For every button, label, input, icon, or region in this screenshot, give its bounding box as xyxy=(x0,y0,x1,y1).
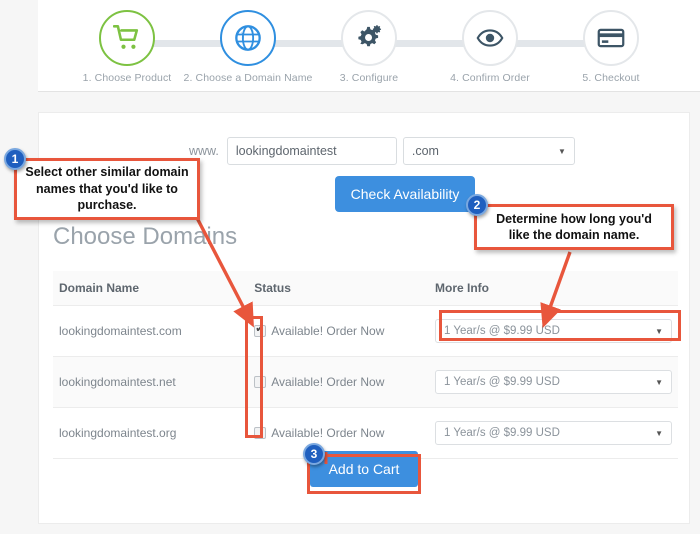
domains-table: Domain Name Status More Info lookingdoma… xyxy=(53,271,678,459)
step-circle-1 xyxy=(99,10,155,66)
tld-select-value: .com xyxy=(411,144,439,158)
step-label-3: 3. Configure xyxy=(339,72,399,84)
shopping-cart-icon xyxy=(113,25,139,49)
wizard-step-checkout[interactable]: 5. Checkout xyxy=(552,10,670,91)
step-circle-5 xyxy=(583,10,639,66)
page-title: Choose Domains xyxy=(53,223,238,250)
status-text: Available! Order Now xyxy=(271,426,385,440)
cell-more-info: 1 Year/s @ $9.99 USD ▼ xyxy=(429,407,678,459)
page-root: 1. Choose Product 2. Choose a Domain Nam… xyxy=(0,0,700,534)
cell-domain-name: lookingdomaintest.net xyxy=(53,356,249,408)
term-select-org[interactable]: 1 Year/s @ $9.99 USD ▼ xyxy=(435,421,672,445)
term-select-net[interactable]: 1 Year/s @ $9.99 USD ▼ xyxy=(435,370,672,394)
term-select-value: 1 Year/s @ $9.99 USD xyxy=(444,427,560,439)
column-header-domain-name: Domain Name xyxy=(53,271,249,306)
status-text: Available! Order Now xyxy=(271,324,385,338)
domain-search-row: www. .com ▼ xyxy=(189,137,575,165)
step-circle-2 xyxy=(220,10,276,66)
cell-more-info: 1 Year/s @ $9.99 USD ▼ xyxy=(429,356,678,408)
term-select-value: 1 Year/s @ $9.99 USD xyxy=(444,376,560,388)
cell-status: Available! Order Now xyxy=(248,356,429,408)
check-availability-button[interactable]: Check Availability xyxy=(335,176,475,212)
step-label-2: 2. Choose a Domain Name xyxy=(183,72,313,84)
wizard-step-configure[interactable]: 3. Configure xyxy=(310,10,428,91)
cell-domain-name: lookingdomaintest.com xyxy=(53,305,249,357)
table-row: lookingdomaintest.com Available! Order N… xyxy=(53,305,678,357)
step-label-1: 1. Choose Product xyxy=(82,72,172,84)
status-text: Available! Order Now xyxy=(271,375,385,389)
tld-select[interactable]: .com ▼ xyxy=(402,137,575,165)
domain-name-input[interactable] xyxy=(226,137,397,165)
cell-more-info: 1 Year/s @ $9.99 USD ▼ xyxy=(429,305,678,357)
checkout-progress-bar: 1. Choose Product 2. Choose a Domain Nam… xyxy=(38,0,700,92)
term-select-value: 1 Year/s @ $9.99 USD xyxy=(444,325,560,337)
gears-icon xyxy=(358,25,382,47)
credit-card-icon xyxy=(597,28,625,48)
globe-icon xyxy=(235,25,261,51)
eye-icon xyxy=(476,29,504,47)
wizard-step-choose-product[interactable]: 1. Choose Product xyxy=(68,10,186,91)
cell-status: Available! Order Now xyxy=(248,305,429,357)
domain-checkbox-com[interactable] xyxy=(254,323,267,337)
domain-search-panel: www. .com ▼ Check Availability Choose Do… xyxy=(38,112,690,524)
chevron-down-icon: ▼ xyxy=(557,146,566,156)
domain-checkbox-org[interactable] xyxy=(254,427,267,439)
term-select-com[interactable]: 1 Year/s @ $9.99 USD ▼ xyxy=(435,319,672,343)
add-to-cart-button[interactable]: Add to Cart xyxy=(310,451,418,487)
wizard-steps: 1. Choose Product 2. Choose a Domain Nam… xyxy=(38,0,700,91)
step-label-5: 5. Checkout xyxy=(582,72,640,84)
chevron-down-icon: ▼ xyxy=(655,428,663,438)
www-prefix-label: www. xyxy=(189,144,219,158)
domain-checkbox-net[interactable] xyxy=(254,376,267,388)
step-circle-4 xyxy=(462,10,518,66)
chevron-down-icon: ▼ xyxy=(655,377,663,387)
table-header-row: Domain Name Status More Info xyxy=(53,271,678,306)
chevron-down-icon: ▼ xyxy=(655,326,663,336)
cell-domain-name: lookingdomaintest.org xyxy=(53,407,249,459)
step-circle-3 xyxy=(341,10,397,66)
wizard-step-choose-domain[interactable]: 2. Choose a Domain Name xyxy=(184,10,312,91)
column-header-more-info: More Info xyxy=(429,271,678,306)
table-row: lookingdomaintest.net Available! Order N… xyxy=(53,356,678,408)
badge-1: 1 xyxy=(4,148,26,170)
column-header-status: Status xyxy=(248,271,429,306)
step-label-4: 4. Confirm Order xyxy=(450,72,530,84)
wizard-step-confirm-order[interactable]: 4. Confirm Order xyxy=(431,10,549,91)
